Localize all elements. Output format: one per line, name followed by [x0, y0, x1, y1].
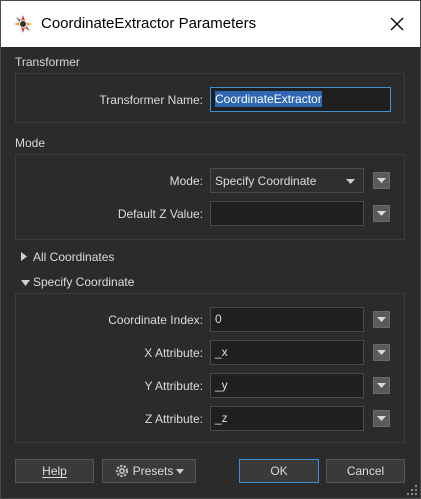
y-attribute-options-button[interactable]: [373, 377, 390, 394]
default-z-input[interactable]: [210, 201, 364, 226]
coordinate-index-label: Coordinate Index:: [108, 313, 203, 327]
y-attribute-input[interactable]: _y: [210, 373, 364, 398]
gear-icon: [115, 464, 128, 478]
cancel-button-label: Cancel: [346, 464, 385, 478]
chevron-down-icon: [377, 317, 386, 322]
section-mode-label: Mode: [15, 136, 46, 150]
specify-coordinate-label: Specify Coordinate: [33, 275, 135, 289]
close-icon: [390, 17, 404, 31]
chevron-down-icon: [176, 468, 185, 474]
fme-transformer-icon: [14, 15, 32, 33]
chevron-down-icon: [346, 179, 355, 184]
coordinate-index-input[interactable]: 0: [210, 307, 364, 332]
all-coordinates-label: All Coordinates: [33, 250, 115, 264]
transformer-name-label: Transformer Name:: [99, 93, 203, 107]
default-z-options-button[interactable]: [373, 205, 390, 222]
presets-button-label: Presets: [132, 464, 174, 478]
x-attribute-value: _x: [215, 345, 228, 359]
transformer-name-value: CoordinateExtractor: [215, 91, 322, 107]
chevron-down-icon: [377, 383, 386, 388]
transformer-name-input[interactable]: CoordinateExtractor: [210, 87, 391, 112]
z-attribute-options-button[interactable]: [373, 410, 390, 427]
mode-options-button[interactable]: [373, 172, 390, 189]
x-attribute-input[interactable]: _x: [210, 340, 364, 365]
dialog-window: CoordinateExtractor Parameters Transform…: [0, 0, 421, 499]
dialog-title: CoordinateExtractor Parameters: [41, 15, 257, 32]
cancel-button[interactable]: Cancel: [326, 459, 405, 483]
presets-button[interactable]: Presets: [102, 459, 196, 483]
z-attribute-input[interactable]: _z: [210, 406, 364, 431]
mode-group: [15, 154, 405, 240]
help-button[interactable]: Help: [15, 459, 94, 483]
title-bar[interactable]: CoordinateExtractor Parameters: [1, 1, 420, 47]
ok-button-label: OK: [270, 464, 288, 478]
help-button-label: Help: [42, 464, 67, 478]
chevron-down-icon: [377, 416, 386, 421]
chevron-down-icon: [21, 280, 30, 286]
chevron-right-icon: [21, 252, 27, 261]
y-attribute-value: _y: [215, 378, 228, 392]
section-transformer-label: Transformer: [15, 55, 80, 69]
chevron-down-icon: [377, 211, 386, 216]
x-attribute-options-button[interactable]: [373, 344, 390, 361]
mode-select-value: Specify Coordinate: [215, 174, 317, 188]
ok-button[interactable]: OK: [239, 459, 319, 483]
mode-select[interactable]: Specify Coordinate: [210, 168, 364, 193]
specify-coordinate-toggle[interactable]: Specify Coordinate: [21, 275, 134, 289]
close-button[interactable]: [378, 5, 416, 43]
mode-label: Mode:: [169, 174, 203, 188]
all-coordinates-toggle[interactable]: All Coordinates: [21, 250, 114, 264]
z-attribute-value: _z: [215, 411, 228, 425]
chevron-down-icon: [377, 350, 386, 355]
coordinate-index-options-button[interactable]: [373, 311, 390, 328]
y-attribute-label: Y Attribute:: [144, 379, 203, 393]
z-attribute-label: Z Attribute:: [144, 412, 203, 426]
chevron-down-icon: [377, 178, 386, 183]
default-z-label: Default Z Value:: [117, 207, 203, 221]
resize-grip-icon[interactable]: [407, 485, 417, 495]
x-attribute-label: X Attribute:: [144, 346, 203, 360]
coordinate-index-value: 0: [215, 312, 222, 326]
